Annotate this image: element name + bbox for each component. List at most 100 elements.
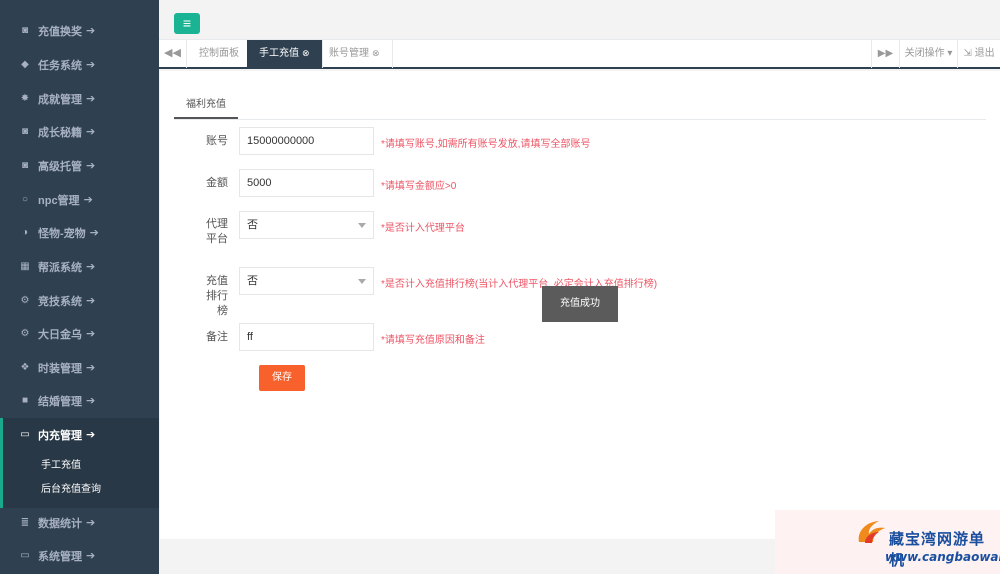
sidebar-item-label: 高级托管 (38, 160, 82, 173)
watermark-url: www.cangbaowan.net (885, 550, 1000, 564)
sidebar-item-label: 任务系统 (38, 59, 82, 72)
remark-hint: *请填写充值原因和备注 (381, 335, 485, 346)
desktop-icon: ▭ (20, 550, 30, 561)
grid-icon: ▦ (20, 261, 30, 272)
account-input[interactable]: 15000000000 (239, 127, 374, 155)
tab-manual-recharge[interactable]: 手工充值 ⊗ (247, 40, 323, 68)
watermark-logo-icon (858, 521, 885, 543)
circle-icon: ○ (21, 194, 29, 205)
arrow-right-icon: ➔ (86, 395, 96, 407)
amount-label: 金额 (206, 177, 228, 189)
sidebar-item-guild[interactable]: ▦ 帮派系统 ➔ (0, 250, 159, 283)
sidebar-item-internal-recharge[interactable]: ▭ 内充管理 ➔ (0, 418, 159, 451)
account-hint: *请填写账号,如需所有账号发放,请填写全部账号 (381, 139, 591, 150)
tab-label: 账号管理 (329, 48, 369, 59)
tab-label: 控制面板 (199, 48, 239, 59)
arrow-right-icon: ➔ (86, 25, 96, 37)
sidebar-item-hosting[interactable]: ◙ 高级托管 ➔ (0, 149, 159, 182)
sidebar: ◙ 充值换奖 ➔ ◆ 任务系统 ➔ ✸ 成就管理 ➔ ◙ 成长秘籍 ➔ ◙ 高级托管 ➔ ○ npc管… (0, 0, 159, 574)
sidebar-item-npc[interactable]: ○ npc管理 ➔ (0, 183, 159, 216)
star-icon: ✸ (20, 93, 30, 104)
sidebar-item-label: 成长秘籍 (38, 126, 82, 139)
sidebar-item-label: 怪物-宠物 (38, 227, 86, 240)
caret-down-icon: ▾ (944, 48, 953, 59)
sidebar-item-arena[interactable]: ⚙ 竞技系统 ➔ (0, 284, 159, 317)
sidebar-item-system[interactable]: ▭ 系统管理 ➔ (0, 539, 159, 572)
arrow-right-icon: ➔ (86, 328, 96, 340)
watermark: 藏宝湾网游单机 www.cangbaowan.net (775, 510, 1000, 574)
amount-hint: *请填写金额应>0 (381, 181, 457, 192)
sidebar-item-achievements[interactable]: ✸ 成就管理 ➔ (0, 82, 159, 115)
sidebar-item-tasks[interactable]: ◆ 任务系统 ➔ (0, 48, 159, 81)
arrow-right-icon: ➔ (86, 93, 96, 105)
arrow-right-icon: ➔ (86, 429, 96, 441)
database-icon: ≣ (20, 517, 30, 528)
main-content: 福利充值 账号 15000000000 *请填写账号,如需所有账号发放,请填写全… (160, 71, 1000, 574)
submenu-item-recharge-query[interactable]: 后台充值查询 (41, 480, 101, 495)
half-circle-icon: ◑ (21, 227, 29, 238)
sidebar-item-label: 结婚管理 (38, 395, 82, 408)
tab-account-management[interactable]: 账号管理 ⊗ (317, 40, 393, 68)
remark-input[interactable]: ff (239, 323, 374, 351)
tab-label: 手工充值 (259, 48, 299, 59)
sidebar-item-golden-crow[interactable]: ⚙ 大日金乌 ➔ (0, 317, 159, 350)
ranking-select[interactable]: 否 (239, 267, 374, 295)
sidebar-item-fashion[interactable]: ❖ 时装管理 ➔ (0, 351, 159, 384)
close-icon[interactable]: ⊗ (302, 48, 310, 58)
sidebar-item-growth-guide[interactable]: ◙ 成长秘籍 ➔ (0, 115, 159, 148)
double-left-icon: ◀◀ (164, 47, 181, 59)
save-button[interactable]: 保存 (259, 365, 305, 391)
sidebar-item-label: 系统管理 (38, 550, 82, 563)
cogs-icon: ⚙ (20, 295, 30, 306)
tab-welfare-recharge[interactable]: 福利充值 (174, 95, 238, 119)
book-icon: ■ (21, 395, 29, 406)
caret-down-icon (358, 279, 366, 284)
sidebar-item-marriage[interactable]: ■ 结婚管理 ➔ (0, 384, 159, 417)
close-actions-label: 关闭操作 (904, 48, 945, 59)
sidebar-item-recharge-reward[interactable]: ◙ 充值换奖 ➔ (0, 14, 159, 47)
ranking-select-value: 否 (247, 275, 258, 287)
remark-label: 备注 (206, 331, 228, 343)
sidebar-item-label: 充值换奖 (38, 25, 82, 38)
sidebar-item-label: 时装管理 (38, 362, 82, 375)
close-actions-dropdown[interactable]: 关闭操作 ▾ (899, 40, 957, 68)
sidebar-item-label: 帮派系统 (38, 261, 82, 274)
sidebar-item-label: npc管理 (38, 194, 80, 207)
arrow-right-icon: ➔ (86, 550, 96, 562)
arrow-right-icon: ➔ (86, 59, 96, 71)
arrow-right-icon: ➔ (83, 194, 93, 206)
arrow-right-icon: ➔ (86, 126, 96, 138)
agent-label: 代理平台 (206, 218, 228, 245)
tab-dashboard[interactable]: 控制面板 (187, 40, 252, 68)
cubes-icon: ❖ (20, 362, 30, 373)
menu-toggle-button[interactable]: ≡ (174, 13, 200, 34)
tab-scroll-left-button[interactable]: ◀◀ (159, 40, 187, 68)
tab-bar: ◀◀ 控制面板 手工充值 ⊗ 账号管理 ⊗ ▶▶ 关闭操作 ▾ ⇲ 退出 (159, 39, 1000, 69)
camera-icon: ◙ (21, 126, 29, 137)
close-icon[interactable]: ⊗ (372, 48, 380, 58)
caret-down-icon (358, 223, 366, 228)
submenu-item-manual-recharge[interactable]: 手工充值 (41, 456, 81, 471)
sidebar-item-label: 数据统计 (38, 517, 82, 530)
sidebar-item-monster-pet[interactable]: ◑ 怪物-宠物 ➔ (0, 216, 159, 249)
agent-hint: *是否计入代理平台 (381, 223, 465, 234)
sidebar-item-statistics[interactable]: ≣ 数据统计 ➔ (0, 506, 159, 539)
arrow-right-icon: ➔ (86, 295, 96, 307)
camera-icon: ◙ (21, 160, 29, 171)
logout-button[interactable]: ⇲ 退出 (957, 40, 1000, 68)
sidebar-item-label: 大日金乌 (38, 328, 82, 341)
arrow-right-icon: ➔ (86, 362, 96, 374)
logout-label: 退出 (974, 48, 995, 59)
agent-select[interactable]: 否 (239, 211, 374, 239)
desktop-icon: ▭ (20, 429, 30, 440)
account-label: 账号 (206, 135, 228, 147)
sidebar-item-label: 内充管理 (38, 429, 82, 442)
diamond-icon: ◆ (21, 59, 29, 70)
double-right-icon: ▶▶ (877, 48, 894, 59)
divider (174, 119, 986, 120)
tab-scroll-right-button[interactable]: ▶▶ (871, 40, 899, 68)
arrow-right-icon: ➔ (89, 227, 99, 239)
success-toast: 充值成功 (542, 286, 618, 322)
amount-input[interactable]: 5000 (239, 169, 374, 197)
arrow-right-icon: ➔ (86, 517, 96, 529)
